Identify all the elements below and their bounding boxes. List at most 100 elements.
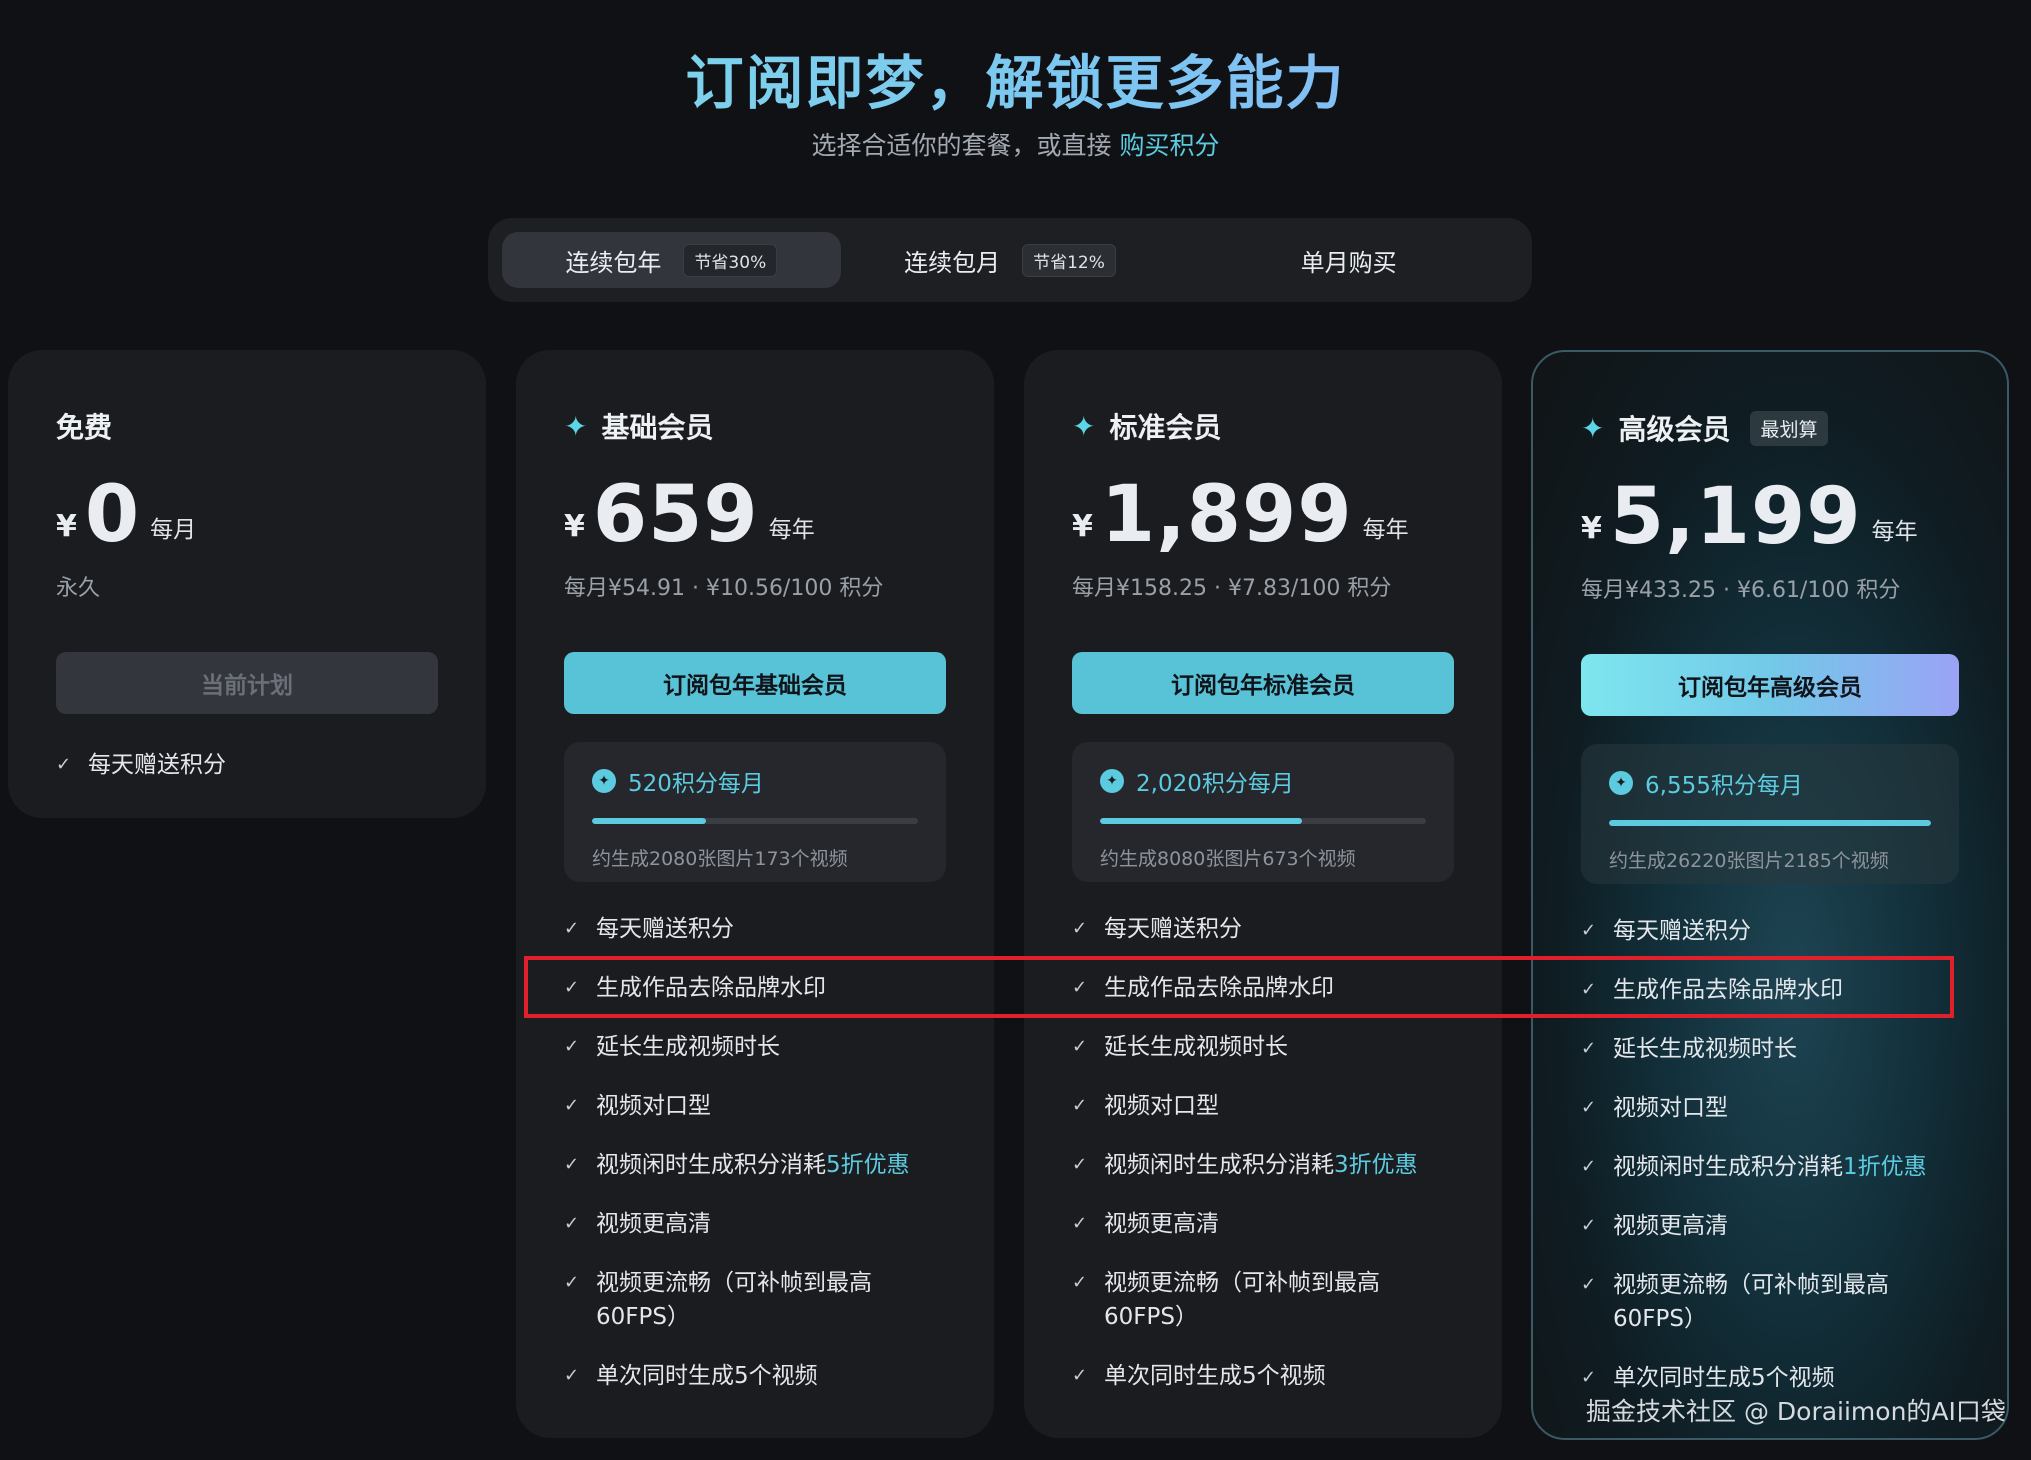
plan-name: 基础会员 bbox=[601, 411, 714, 444]
credit-coin-icon: ✦ bbox=[1100, 769, 1124, 793]
plan-price: 0 bbox=[84, 470, 141, 560]
feature-item: ✓ 每天赠送积分 bbox=[564, 912, 946, 946]
check-icon: ✓ bbox=[564, 1095, 580, 1116]
feature-item: ✓ 生成作品去除品牌水印 bbox=[564, 971, 946, 1005]
plan-card-free: 免费 ¥ 0 每月 永久 当前计划 ✓ 每天赠送积分 bbox=[8, 350, 486, 818]
tab-label: 单月购买 bbox=[1300, 248, 1397, 277]
tab-annual[interactable]: 连续包年 节省30% bbox=[502, 232, 841, 288]
feature-item: ✓ 视频更高清 bbox=[564, 1207, 946, 1241]
feature-item: ✓ 单次同时生成5个视频 bbox=[564, 1359, 946, 1393]
sparkle-icon: ✦ bbox=[1072, 409, 1096, 443]
check-icon: ✓ bbox=[1581, 920, 1597, 941]
plan-name: 标准会员 bbox=[1109, 411, 1222, 444]
discount-highlight: 3折优惠 bbox=[1334, 1152, 1418, 1178]
check-icon: ✓ bbox=[1072, 1036, 1088, 1057]
check-icon: ✓ bbox=[1072, 918, 1088, 939]
credits-box: ✦ 2,020积分每月 约生成8080张图片673个视频 bbox=[1072, 742, 1454, 882]
billing-period: 每月 bbox=[150, 517, 197, 543]
sparkle-icon: ✦ bbox=[1581, 411, 1605, 445]
buy-credits-link[interactable]: 购买积分 bbox=[1120, 131, 1220, 160]
plan-price: 659 bbox=[592, 470, 759, 560]
feature-item: ✓ 每天赠送积分 bbox=[56, 748, 438, 782]
subscribe-advanced-button[interactable]: 订阅包年高级会员 bbox=[1581, 654, 1959, 716]
feature-item: ✓ 单次同时生成5个视频 bbox=[1072, 1359, 1454, 1393]
feature-item: ✓ 单次同时生成5个视频 bbox=[1581, 1361, 1959, 1395]
check-icon: ✓ bbox=[564, 1213, 580, 1234]
credit-bar bbox=[1100, 818, 1426, 824]
tab-monthly[interactable]: 连续包月 节省12% bbox=[841, 232, 1180, 288]
monthly-credits: 6,555积分每月 bbox=[1645, 773, 1803, 799]
billing-period: 每年 bbox=[768, 517, 815, 543]
feature-item: ✓ 视频对口型 bbox=[1072, 1089, 1454, 1123]
feature-item: ✓ 视频更流畅（可补帧到最高 60FPS） bbox=[564, 1266, 946, 1334]
subscribe-basic-button[interactable]: 订阅包年基础会员 bbox=[564, 652, 946, 714]
feature-item: ✓ 视频闲时生成积分消耗1折优惠 bbox=[1581, 1150, 1959, 1184]
check-icon: ✓ bbox=[564, 977, 580, 998]
feature-item: ✓ 生成作品去除品牌水印 bbox=[1072, 971, 1454, 1005]
tab-label: 连续包年 bbox=[565, 248, 662, 277]
plan-name: 免费 bbox=[56, 411, 113, 444]
usage-estimate: 约生成26220张图片2185个视频 bbox=[1609, 850, 1889, 872]
feature-item: ✓ 每天赠送积分 bbox=[1581, 914, 1959, 948]
currency-symbol: ¥ bbox=[56, 509, 77, 544]
feature-item: ✓ 视频闲时生成积分消耗5折优惠 bbox=[564, 1148, 946, 1182]
check-icon: ✓ bbox=[1581, 1097, 1597, 1118]
price-note: 每月¥158.25 · ¥7.83/100 积分 bbox=[1072, 576, 1392, 601]
check-icon: ✓ bbox=[1581, 1038, 1597, 1059]
billing-tabs: 连续包年 节省30% 连续包月 节省12% 单月购买 bbox=[488, 218, 1532, 302]
plan-name: 高级会员 bbox=[1618, 413, 1731, 446]
check-icon: ✓ bbox=[564, 1036, 580, 1057]
plan-card-standard: ✦ 标准会员 ¥ 1,899 每年 每月¥158.25 · ¥7.83/100 … bbox=[1024, 350, 1502, 1438]
billing-period: 每年 bbox=[1362, 517, 1409, 543]
check-icon: ✓ bbox=[1581, 1274, 1597, 1295]
check-icon: ✓ bbox=[1072, 1154, 1088, 1175]
feature-list: ✓ 每天赠送积分 ✓ 生成作品去除品牌水印 ✓ 延长生成视频时长 ✓ 视频对口型 ✓ 视频… bbox=[564, 912, 946, 1393]
credit-coin-icon: ✦ bbox=[1609, 771, 1633, 795]
credit-bar bbox=[1609, 820, 1931, 826]
page-title: 订阅即梦，解锁更多能力 bbox=[0, 36, 2031, 120]
subscribe-standard-button[interactable]: 订阅包年标准会员 bbox=[1072, 652, 1454, 714]
price-note: 永久 bbox=[56, 576, 101, 601]
check-icon: ✓ bbox=[1072, 1365, 1088, 1386]
check-icon: ✓ bbox=[1072, 977, 1088, 998]
credits-box: ✦ 6,555积分每月 约生成26220张图片2185个视频 bbox=[1581, 744, 1959, 884]
feature-item: ✓ 视频更流畅（可补帧到最高 60FPS） bbox=[1581, 1268, 1959, 1336]
feature-list: ✓ 每天赠送积分 ✓ 生成作品去除品牌水印 ✓ 延长生成视频时长 ✓ 视频对口型 ✓ 视频… bbox=[1581, 914, 1959, 1395]
feature-item: ✓ 每天赠送积分 bbox=[1072, 912, 1454, 946]
feature-item: ✓ 视频更高清 bbox=[1072, 1207, 1454, 1241]
currency-symbol: ¥ bbox=[1072, 509, 1093, 544]
check-icon: ✓ bbox=[564, 1154, 580, 1175]
plan-price: 1,899 bbox=[1100, 470, 1353, 560]
feature-item: ✓ 视频对口型 bbox=[564, 1089, 946, 1123]
best-value-badge: 最划算 bbox=[1750, 410, 1828, 446]
feature-item: ✓ 视频更流畅（可补帧到最高 60FPS） bbox=[1072, 1266, 1454, 1334]
savings-badge: 节省12% bbox=[1022, 243, 1116, 277]
feature-item: ✓ 生成作品去除品牌水印 bbox=[1581, 973, 1959, 1007]
check-icon: ✓ bbox=[1581, 1215, 1597, 1236]
feature-item: ✓ 延长生成视频时长 bbox=[1581, 1032, 1959, 1066]
feature-item: ✓ 视频更高清 bbox=[1581, 1209, 1959, 1243]
check-icon: ✓ bbox=[564, 918, 580, 939]
tab-label: 连续包月 bbox=[904, 248, 1001, 277]
discount-highlight: 1折优惠 bbox=[1843, 1154, 1927, 1180]
plan-price: 5,199 bbox=[1609, 472, 1862, 562]
check-icon: ✓ bbox=[56, 754, 72, 775]
feature-item: ✓ 视频对口型 bbox=[1581, 1091, 1959, 1125]
feature-list: ✓ 每天赠送积分 ✓ 生成作品去除品牌水印 ✓ 延长生成视频时长 ✓ 视频对口型 ✓ 视频… bbox=[1072, 912, 1454, 1393]
monthly-credits: 520积分每月 bbox=[628, 771, 764, 797]
feature-item: ✓ 延长生成视频时长 bbox=[564, 1030, 946, 1064]
currency-symbol: ¥ bbox=[1581, 511, 1602, 546]
feature-list: ✓ 每天赠送积分 bbox=[56, 748, 438, 782]
check-icon: ✓ bbox=[1581, 1156, 1597, 1177]
credit-bar-fill bbox=[1100, 818, 1303, 824]
credit-bar bbox=[592, 818, 918, 824]
price-note: 每月¥433.25 · ¥6.61/100 积分 bbox=[1581, 578, 1901, 603]
check-icon: ✓ bbox=[1072, 1095, 1088, 1116]
monthly-credits: 2,020积分每月 bbox=[1136, 771, 1294, 797]
billing-period: 每年 bbox=[1871, 519, 1918, 545]
check-icon: ✓ bbox=[1072, 1213, 1088, 1234]
credit-bar-fill bbox=[592, 818, 707, 824]
subtitle-text: 选择合适你的套餐，或直接 bbox=[811, 131, 1112, 160]
tab-single-month[interactable]: 单月购买 bbox=[1179, 232, 1518, 288]
credits-box: ✦ 520积分每月 约生成2080张图片173个视频 bbox=[564, 742, 946, 882]
